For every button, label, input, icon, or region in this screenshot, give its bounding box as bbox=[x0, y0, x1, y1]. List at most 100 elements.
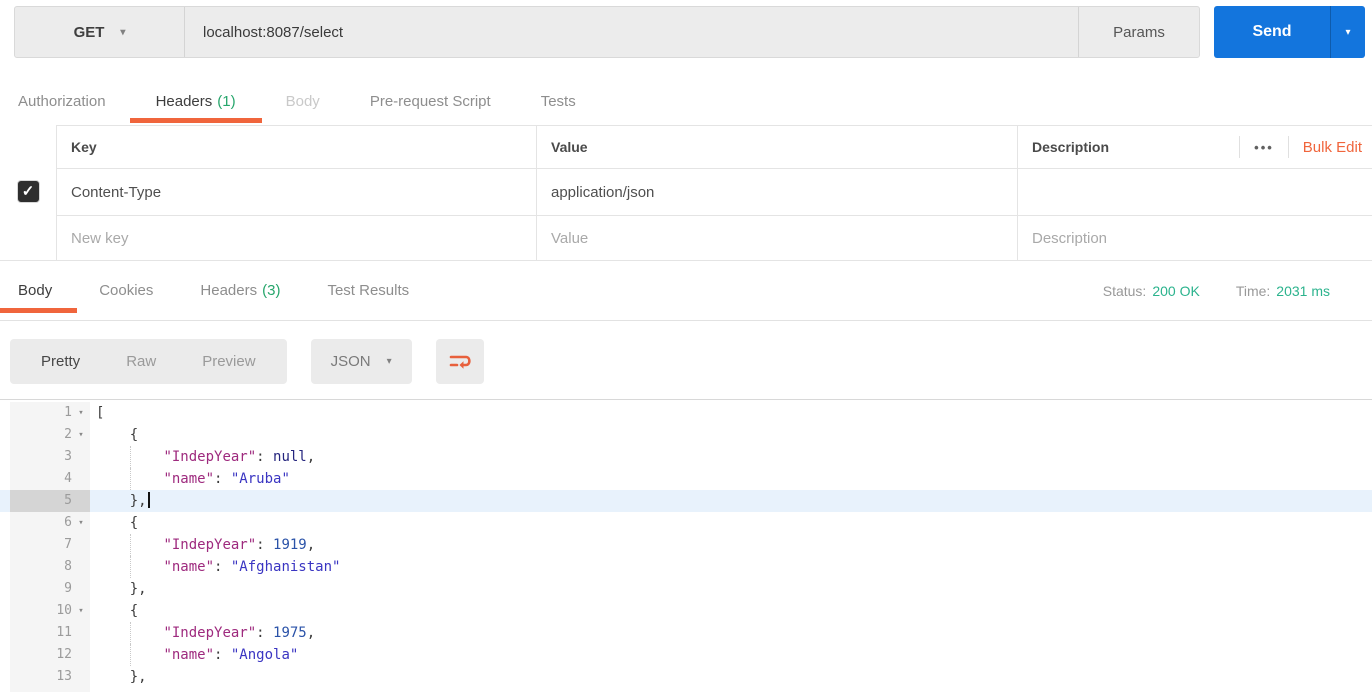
fold-arrow-icon[interactable]: ▾ bbox=[72, 402, 90, 424]
code-token: : bbox=[256, 449, 274, 465]
view-mode-raw[interactable]: Raw bbox=[103, 339, 179, 384]
new-key-input[interactable] bbox=[71, 229, 536, 247]
code-line[interactable]: 6 ▾ { bbox=[0, 512, 1372, 534]
time-value: 2031 ms bbox=[1276, 282, 1330, 299]
tab-authorization[interactable]: Authorization bbox=[18, 93, 106, 110]
response-header: Body Cookies Headers (3) Test Results Status… bbox=[0, 261, 1372, 321]
line-number: 3 bbox=[64, 449, 72, 464]
code-line[interactable]: 12 "name": "Angola" bbox=[0, 644, 1372, 666]
indent-guide-line bbox=[130, 468, 131, 490]
code-content: }, bbox=[90, 666, 1372, 688]
fold-arrow-icon[interactable]: ▾ bbox=[72, 600, 90, 622]
line-gutter: 8 bbox=[10, 556, 90, 578]
view-mode-preview[interactable]: Preview bbox=[179, 339, 278, 384]
request-headers-table: Key Value Description ••• Bulk Edit ✓ Co… bbox=[0, 125, 1372, 261]
response-toolbar: Pretty Raw Preview JSON ▾ bbox=[10, 339, 1372, 384]
header-description-cell[interactable] bbox=[1018, 168, 1372, 215]
wrap-text-icon bbox=[449, 355, 471, 369]
response-tab-body[interactable]: Body bbox=[0, 282, 78, 313]
code-line[interactable]: 9 }, bbox=[0, 578, 1372, 600]
line-gutter: 11 bbox=[10, 622, 90, 644]
url-bar: GET ▾ localhost:8087/select Params bbox=[14, 6, 1200, 58]
code-line[interactable]: 4 "name": "Aruba" bbox=[0, 468, 1372, 490]
view-mode-pretty[interactable]: Pretty bbox=[18, 339, 103, 384]
code-token: }, bbox=[96, 581, 147, 597]
response-tab-cookies[interactable]: Cookies bbox=[99, 282, 153, 299]
send-options-button[interactable]: ▾ bbox=[1331, 6, 1365, 58]
indent-guide-line bbox=[130, 534, 131, 556]
code-content: }, bbox=[90, 578, 1372, 600]
row-enabled-checkbox[interactable]: ✓ bbox=[16, 180, 40, 203]
code-line[interactable]: 8 "name": "Afghanistan" bbox=[0, 556, 1372, 578]
line-number: 14 bbox=[10, 688, 72, 692]
code-token: , bbox=[306, 537, 316, 553]
code-line[interactable]: 7 "IndepYear": 1919, bbox=[0, 534, 1372, 556]
tab-body[interactable]: Body bbox=[286, 93, 320, 110]
url-input[interactable]: localhost:8087/select bbox=[185, 7, 1078, 57]
text-cursor bbox=[147, 492, 150, 508]
code-line[interactable]: 3 "IndepYear": null, bbox=[0, 446, 1372, 468]
chevron-down-icon: ▾ bbox=[1345, 26, 1351, 38]
tab-pre-request-script[interactable]: Pre-request Script bbox=[370, 93, 491, 110]
fold-arrow-icon[interactable]: ▾ bbox=[72, 512, 90, 534]
fold-arrow-icon[interactable]: ▾ bbox=[72, 688, 90, 692]
language-dropdown[interactable]: JSON ▾ bbox=[310, 339, 412, 384]
line-number: 12 bbox=[56, 647, 72, 662]
line-number: 2 bbox=[64, 427, 72, 442]
header-value-cell[interactable]: application/json bbox=[537, 168, 1018, 215]
code-token: : bbox=[214, 647, 231, 663]
code-token: 1919 bbox=[273, 537, 307, 553]
code-token: "Afghanistan" bbox=[230, 559, 341, 575]
time-label: Time: bbox=[1235, 282, 1271, 299]
code-line[interactable]: 14▾ { bbox=[0, 688, 1372, 692]
params-button[interactable]: Params bbox=[1078, 7, 1199, 57]
response-body-editor[interactable]: 1 ▾[2 ▾ {3 "IndepYear": null, 4 "name": "Ar… bbox=[0, 399, 1372, 692]
fold-arrow-icon[interactable]: ▾ bbox=[72, 424, 90, 446]
bulk-edit-link[interactable]: Bulk Edit bbox=[1303, 139, 1362, 156]
table-header-actions: ••• Bulk Edit bbox=[1225, 136, 1362, 158]
code-content: { bbox=[90, 512, 1372, 534]
code-line[interactable]: 11 "IndepYear": 1975, bbox=[0, 622, 1372, 644]
code-token: }, bbox=[96, 493, 147, 509]
code-token: { bbox=[96, 515, 139, 531]
send-split-button: Send ▾ bbox=[1214, 6, 1365, 58]
time-badge: Time: 2031 ms bbox=[1236, 283, 1330, 299]
code-token: null bbox=[273, 449, 307, 465]
view-mode-group: Pretty Raw Preview bbox=[10, 339, 287, 384]
code-line[interactable]: 13 }, bbox=[0, 666, 1372, 688]
code-token: 1975 bbox=[273, 625, 307, 641]
code-line[interactable]: 2 ▾ { bbox=[0, 424, 1372, 446]
wrap-text-button[interactable] bbox=[435, 339, 484, 384]
line-number: 7 bbox=[64, 537, 72, 552]
chevron-down-icon: ▾ bbox=[386, 356, 392, 367]
header-key-cell[interactable]: Content-Type bbox=[57, 168, 537, 215]
status-badge: Status: 200 OK bbox=[1103, 283, 1200, 299]
response-tab-headers[interactable]: Headers (3) bbox=[200, 282, 280, 299]
more-options-icon[interactable]: ••• bbox=[1254, 140, 1274, 155]
line-number: 1 bbox=[64, 405, 72, 420]
code-content: "IndepYear": 1975, bbox=[90, 622, 1372, 644]
new-value-input[interactable] bbox=[551, 229, 1017, 247]
response-tab-test-results[interactable]: Test Results bbox=[327, 282, 409, 299]
code-line[interactable]: 10 ▾ { bbox=[0, 600, 1372, 622]
method-dropdown[interactable]: GET ▾ bbox=[15, 7, 185, 57]
code-line[interactable]: 5 }, bbox=[0, 490, 1372, 512]
code-token: { bbox=[96, 691, 138, 692]
code-token: [ bbox=[96, 405, 105, 421]
code-line[interactable]: 1 ▾ [ bbox=[0, 402, 1372, 424]
line-number: 5 bbox=[64, 493, 72, 508]
code-content: { bbox=[90, 600, 1372, 622]
response-meta: Status: 200 OK Time: 2031 ms bbox=[1103, 283, 1330, 299]
tab-headers[interactable]: Headers (1) bbox=[129, 93, 262, 123]
line-number: 13 bbox=[56, 669, 72, 684]
status-value: 200 OK bbox=[1152, 282, 1200, 299]
indent-guide-line bbox=[130, 644, 131, 666]
line-number: 11 bbox=[56, 625, 72, 640]
send-button[interactable]: Send bbox=[1214, 6, 1331, 58]
code-content: { bbox=[90, 424, 1372, 446]
new-description-cell bbox=[1018, 215, 1372, 260]
postman-app: GET ▾ localhost:8087/select Params Send … bbox=[0, 6, 1372, 692]
tab-tests[interactable]: Tests bbox=[541, 93, 576, 110]
new-value-cell bbox=[537, 215, 1018, 260]
new-description-input[interactable] bbox=[1032, 229, 1372, 247]
